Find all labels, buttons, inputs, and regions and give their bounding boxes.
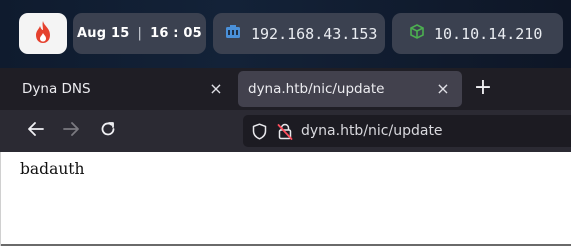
response-body-text: badauth	[20, 160, 85, 178]
flame-icon	[32, 20, 54, 48]
browser-tab-strip: Dyna DNS × dyna.htb/nic/update × +	[0, 68, 571, 110]
tab-dyna-dns[interactable]: Dyna DNS ×	[10, 71, 235, 107]
vpn-cube-icon	[410, 24, 424, 43]
page-content: badauth	[0, 152, 571, 246]
tab-title: Dyna DNS	[22, 81, 91, 97]
date-time-separator: |	[137, 26, 143, 41]
navigation-bar: dyna.htb/nic/update	[0, 110, 571, 152]
url-bar[interactable]: dyna.htb/nic/update	[243, 115, 571, 147]
forward-arrow-icon	[62, 121, 80, 141]
time-label: 16 : 05	[150, 26, 202, 41]
reload-icon	[99, 120, 117, 142]
tab-nic-update[interactable]: dyna.htb/nic/update ×	[238, 71, 462, 107]
clock-widget[interactable]: Aug 15 | 16 : 05	[73, 13, 206, 54]
reload-button[interactable]	[96, 119, 120, 143]
forward-button[interactable]	[59, 119, 83, 143]
date-label: Aug 15	[77, 26, 130, 41]
back-arrow-icon	[27, 121, 45, 141]
url-text[interactable]: dyna.htb/nic/update	[301, 123, 443, 139]
shield-icon[interactable]	[252, 122, 267, 140]
new-tab-button[interactable]: +	[472, 77, 494, 99]
app-launcher-button[interactable]	[19, 13, 67, 54]
close-icon[interactable]: ×	[434, 80, 452, 98]
insecure-lock-icon[interactable]	[277, 123, 293, 140]
local-ip-address: 192.168.43.153	[251, 24, 378, 43]
back-button[interactable]	[24, 119, 48, 143]
network-icon	[225, 24, 241, 44]
tab-title: dyna.htb/nic/update	[248, 81, 385, 97]
top-panel: Aug 15 | 16 : 05 192.168.43.153 10.10.14…	[0, 0, 571, 68]
vpn-ip-address: 10.10.14.210	[434, 24, 543, 43]
vpn-ip-widget[interactable]: 10.10.14.210	[392, 13, 563, 54]
local-ip-widget[interactable]: 192.168.43.153	[213, 13, 385, 54]
close-icon[interactable]: ×	[207, 80, 225, 98]
